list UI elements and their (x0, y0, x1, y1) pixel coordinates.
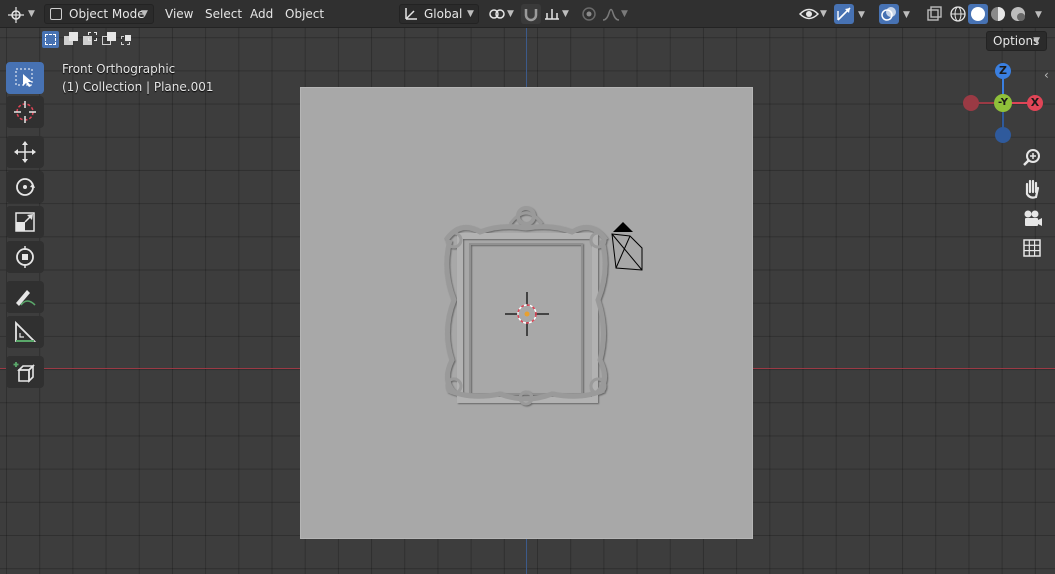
menu-view[interactable]: View (165, 4, 193, 24)
gizmo-x-label: X (1030, 96, 1040, 109)
menu-select[interactable]: Select (205, 4, 242, 24)
shading-solid[interactable] (968, 4, 988, 24)
tool-transform[interactable] (6, 241, 44, 273)
eye-icon (799, 8, 819, 20)
3d-cursor-icon (505, 292, 549, 336)
tool-select-box[interactable] (6, 62, 44, 94)
gizmo-x-axis[interactable]: X (1027, 95, 1043, 111)
magnet-icon (524, 9, 538, 22)
tool-rotate[interactable] (6, 171, 44, 203)
gizmo-z-axis[interactable]: Z (995, 63, 1011, 79)
move-icon (14, 141, 36, 163)
xray-icon (927, 6, 942, 21)
object-mode-icon (50, 8, 62, 20)
tool-annotate[interactable] (6, 281, 44, 313)
camera-view-icon[interactable] (1018, 204, 1046, 232)
gizmo-z-label: Z (999, 64, 1007, 77)
grid-ortho-icon[interactable] (1018, 234, 1046, 262)
editor-type-button[interactable]: ▼ (6, 4, 38, 24)
chevron-down-icon: ▼ (820, 9, 827, 19)
gizmo-y-label: -Y (998, 97, 1008, 108)
select-new-icon[interactable] (42, 31, 59, 48)
pivot-point-dropdown[interactable]: ▼ (486, 4, 518, 24)
falloff-dropdown[interactable]: ▼ (601, 4, 631, 24)
editor-type-icon (8, 7, 24, 23)
select-subtract-icon[interactable] (81, 31, 98, 48)
add-cube-icon (13, 362, 35, 383)
tool-cursor[interactable] (6, 96, 44, 128)
select-extend-icon[interactable] (62, 31, 79, 48)
falloff-curve-icon (602, 8, 620, 21)
transform-orientation-label: Global (424, 7, 463, 21)
transform-orientation-dropdown[interactable]: Global ▼ (399, 4, 479, 24)
rotate-icon (16, 178, 35, 196)
wireframe-sphere-icon (950, 6, 966, 22)
tool-measure[interactable] (6, 316, 44, 348)
orientation-axes-icon (405, 8, 417, 20)
shading-rendered[interactable] (1008, 4, 1028, 24)
hand-pan-icon[interactable] (1018, 174, 1046, 202)
solid-sphere-icon (971, 7, 985, 21)
overlay-circles-icon (881, 7, 896, 21)
chevron-down-icon: ▼ (141, 9, 148, 19)
snap-target-dropdown[interactable]: ▼ (542, 4, 572, 24)
tool-scale[interactable] (6, 206, 44, 238)
proportional-edit-toggle[interactable] (579, 4, 599, 24)
gizmo-neg-x-axis[interactable] (963, 95, 979, 111)
gizmo-neg-z-axis[interactable] (995, 127, 1011, 143)
zoom-icon[interactable] (1018, 144, 1046, 172)
chevron-down-icon: ▼ (621, 9, 628, 19)
options-button[interactable]: Options ▼ (986, 31, 1047, 51)
measure-icon (15, 320, 37, 342)
rendered-sphere-icon (1011, 7, 1025, 21)
annotate-icon (16, 290, 36, 306)
select-box-icon (15, 68, 33, 87)
snap-increment-icon (545, 9, 559, 20)
view-name-label: Front Orthographic (62, 62, 176, 76)
menu-add[interactable]: Add (250, 4, 273, 24)
material-sphere-icon (991, 7, 1005, 21)
menu-object[interactable]: Object (285, 4, 324, 24)
tool-add-cube[interactable] (6, 356, 44, 388)
overlay-toggle[interactable] (879, 4, 899, 24)
transform-icon (16, 246, 34, 268)
select-invert-icon[interactable] (100, 31, 117, 48)
gizmo-y-axis[interactable]: -Y (994, 94, 1012, 112)
shading-material[interactable] (988, 4, 1008, 24)
visibility-dropdown[interactable]: ▼ (798, 4, 830, 24)
scale-icon (15, 212, 35, 232)
gizmo-arrows-icon (837, 7, 851, 21)
chevron-down-icon: ▼ (507, 9, 514, 19)
snap-toggle[interactable] (521, 4, 541, 24)
shading-wireframe[interactable] (948, 4, 968, 24)
overlay-options-chevron-icon[interactable]: ▼ (903, 10, 910, 20)
shading-options-chevron-icon[interactable]: ▼ (1035, 10, 1042, 20)
gizmo-options-chevron-icon[interactable]: ▼ (858, 10, 865, 20)
select-intersect-icon[interactable] (119, 31, 136, 48)
proportional-edit-icon (582, 7, 596, 21)
chevron-down-icon: ▼ (467, 9, 474, 19)
mode-dropdown[interactable]: Object Mode ▼ (44, 4, 154, 24)
3d-viewport[interactable]: Front Orthographic (1) Collection | Plan… (0, 0, 1055, 574)
chevron-down-icon: ▼ (1033, 36, 1040, 46)
gizmo-toggle[interactable] (834, 4, 854, 24)
chevron-down-icon: ▼ (28, 9, 35, 19)
collection-info-label: (1) Collection | Plane.001 (62, 80, 214, 94)
camera-object-icon[interactable] (608, 218, 648, 274)
pivot-link-icon (489, 9, 505, 19)
cursor-icon (14, 101, 36, 123)
xray-toggle[interactable] (924, 4, 944, 24)
tool-move[interactable] (6, 136, 44, 168)
mode-label: Object Mode (69, 7, 145, 21)
viewport-header: ▼ Object Mode ▼ View Select Add Object G… (0, 0, 1055, 28)
chevron-down-icon: ▼ (562, 9, 569, 19)
